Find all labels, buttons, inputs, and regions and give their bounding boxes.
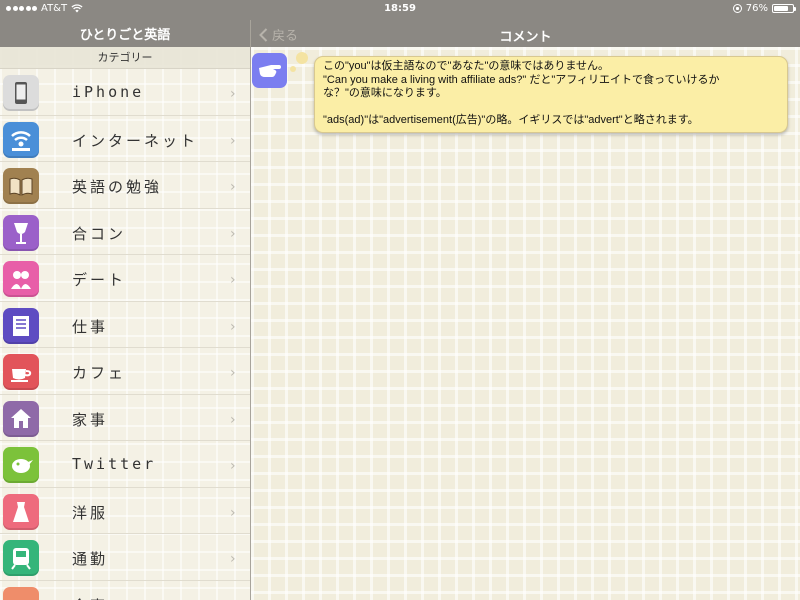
category-label: 食事 <box>72 595 108 600</box>
section-header: カテゴリー <box>0 47 250 69</box>
left-nav-bar: ひとりごと英語 <box>0 20 250 47</box>
chevron-right-icon: › <box>230 225 236 242</box>
chevron-right-icon: › <box>230 179 236 195</box>
comment-line: "Can you make a living with affiliate ad… <box>323 73 720 86</box>
chevron-right-icon: › <box>230 551 236 567</box>
category-label: 仕事 <box>72 317 109 336</box>
battery-icon <box>772 4 796 13</box>
comment-bubble: この"you"は仮主語なので"あなた"の意味ではありません。 "Can you … <box>314 56 788 133</box>
phone-icon <box>3 75 39 111</box>
category-label: デート <box>72 271 127 289</box>
book-icon <box>3 168 39 204</box>
category-item[interactable]: インターネット › <box>0 116 250 162</box>
chevron-right-icon: › <box>230 318 236 335</box>
category-label: インターネット <box>72 131 199 150</box>
food-icon <box>3 586 39 600</box>
status-bar: AT&T 18:59 76% <box>0 0 800 20</box>
category-rows: iPhone › インターネット › 英語の勉強 › 合コン › デート › 仕事 › カフェ › 家事 › T… <box>0 69 250 600</box>
comment-panel: この"you"は仮主語なので"あなた"の意味ではありません。 "Can you … <box>251 47 800 600</box>
category-label: 英語の勉強 <box>72 178 163 196</box>
thought-dot-small <box>290 66 296 72</box>
category-item[interactable]: Twitter › <box>0 441 250 488</box>
train-icon <box>3 540 39 576</box>
cup-icon <box>3 354 39 390</box>
app-title: ひとりごと英語 <box>79 28 171 43</box>
pointing-hand-icon <box>252 53 287 88</box>
chevron-right-icon: › <box>230 132 236 149</box>
chevron-right-icon: › <box>230 365 236 381</box>
house-icon <box>3 400 39 437</box>
page-title: コメント <box>499 30 552 45</box>
category-item[interactable]: 英語の勉強 › <box>0 162 250 209</box>
category-label: Twitter <box>72 455 157 473</box>
category-item[interactable]: デート › <box>0 255 250 302</box>
rotation-lock-icon <box>732 4 742 13</box>
comment-line: この"you"は仮主語なので"あなた"の意味ではありません。 <box>323 60 610 72</box>
category-item[interactable]: 合コン › <box>0 209 250 255</box>
dress-icon <box>3 493 39 530</box>
comment-line: な？"の意味になります。 <box>323 87 447 99</box>
document-icon <box>3 307 39 344</box>
battery-fill <box>774 6 788 11</box>
wifi-icon <box>3 121 39 158</box>
status-time: 18:59 <box>384 3 416 14</box>
chevron-right-icon: › <box>230 272 236 288</box>
category-item[interactable]: iPhone › <box>0 69 250 116</box>
category-label: 洋服 <box>72 503 109 522</box>
thought-dot-large <box>296 52 308 64</box>
right-nav-bar: 戻る コメント <box>251 20 800 47</box>
category-label: iPhone <box>72 83 145 101</box>
category-list[interactable]: カテゴリー iPhone › インターネット › 英語の勉強 › 合コン › デート › 仕事 › カフ… <box>0 47 250 600</box>
category-item[interactable]: 仕事 › <box>0 302 250 348</box>
category-label: 家事 <box>72 410 109 429</box>
category-label: カフェ <box>72 364 127 382</box>
status-right: 76% <box>732 3 796 14</box>
battery-percent: 76% <box>745 3 768 14</box>
chevron-right-icon: › <box>230 86 236 102</box>
chevron-right-icon: › <box>230 411 236 428</box>
wine-glass-icon <box>3 214 39 251</box>
category-item[interactable]: カフェ › <box>0 348 250 395</box>
chevron-right-icon: › <box>230 458 236 474</box>
couple-icon <box>3 261 39 297</box>
split-divider <box>250 20 251 600</box>
chevron-right-icon: › <box>230 504 236 521</box>
category-item[interactable]: 洋服 › <box>0 488 250 534</box>
comment-line: "ads(ad)"は"advertisement(広告)"の略。イギリスでは"a… <box>323 113 699 126</box>
bird-icon <box>3 447 39 483</box>
category-item[interactable]: 食事› <box>0 581 250 600</box>
category-label: 通勤 <box>72 550 109 568</box>
category-label: 合コン <box>72 224 127 243</box>
category-item[interactable]: 家事 › <box>0 395 250 441</box>
category-item[interactable]: 通勤 › <box>0 534 250 581</box>
